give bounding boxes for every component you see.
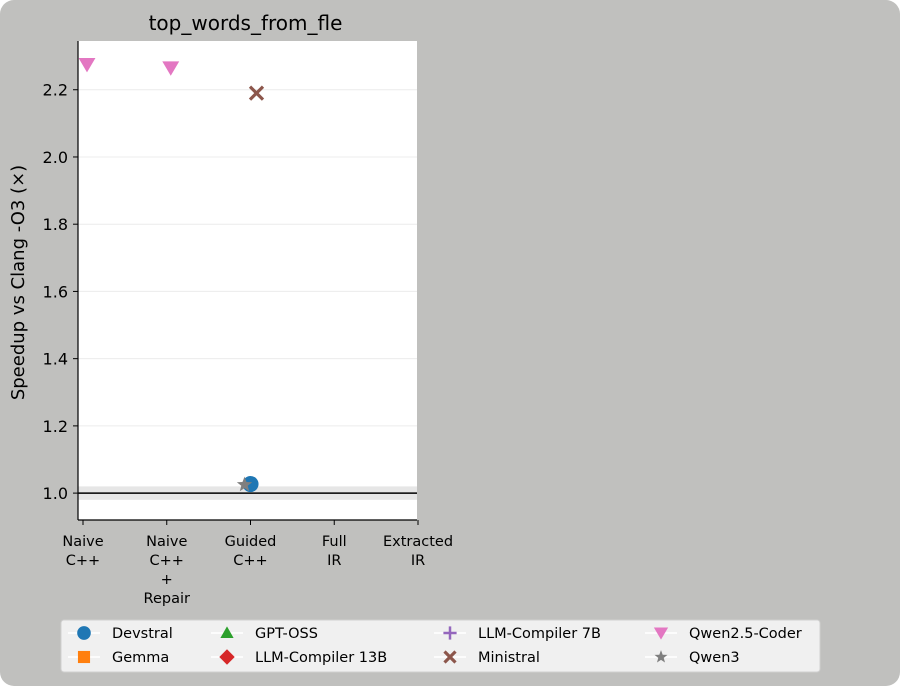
legend-gemma-label: Gemma [112, 650, 169, 666]
legend-qwen2-5-coder-label: Qwen2.5-Coder [689, 626, 802, 642]
legend-gpt-oss-label: GPT-OSS [255, 626, 318, 642]
speedup-chart: top_words_from_fle Speedup vs Clang -O3 … [8, 11, 821, 673]
y-tick-label: 1.8 [43, 215, 68, 234]
y-tick-label: 1.2 [43, 417, 68, 436]
legend-llm-compiler-7b-label: LLM-Compiler 7B [478, 626, 601, 642]
x-tick-label: Naive C++ [62, 534, 103, 569]
chart-title: top_words_from_fle [149, 11, 343, 35]
y-axis-label: Speedup vs Clang -O3 (×) [8, 165, 29, 400]
legend-llm-compiler-13b-label: LLM-Compiler 13B [255, 650, 387, 666]
x-tick-label: Naive C++ + Repair [144, 534, 190, 607]
y-tick-label: 1.0 [43, 484, 68, 503]
x-tick-label: Full IR [322, 534, 347, 569]
legend-devstral-label: Devstral [112, 626, 173, 642]
y-tick-label: 2.2 [43, 81, 68, 100]
legend-qwen3-label: Qwen3 [689, 650, 740, 666]
plot-area [78, 41, 417, 520]
y-tick-label: 2.0 [43, 148, 68, 167]
legend-gemma-marker [77, 650, 91, 664]
y-tick-label: 1.6 [43, 282, 68, 301]
x-tick-label: Guided C++ [225, 534, 277, 569]
x-tick-label: Extracted IR [383, 534, 453, 569]
legend-ministral-label: Ministral [478, 650, 540, 666]
y-tick-label: 1.4 [43, 350, 68, 369]
legend-devstral-marker [77, 626, 91, 640]
